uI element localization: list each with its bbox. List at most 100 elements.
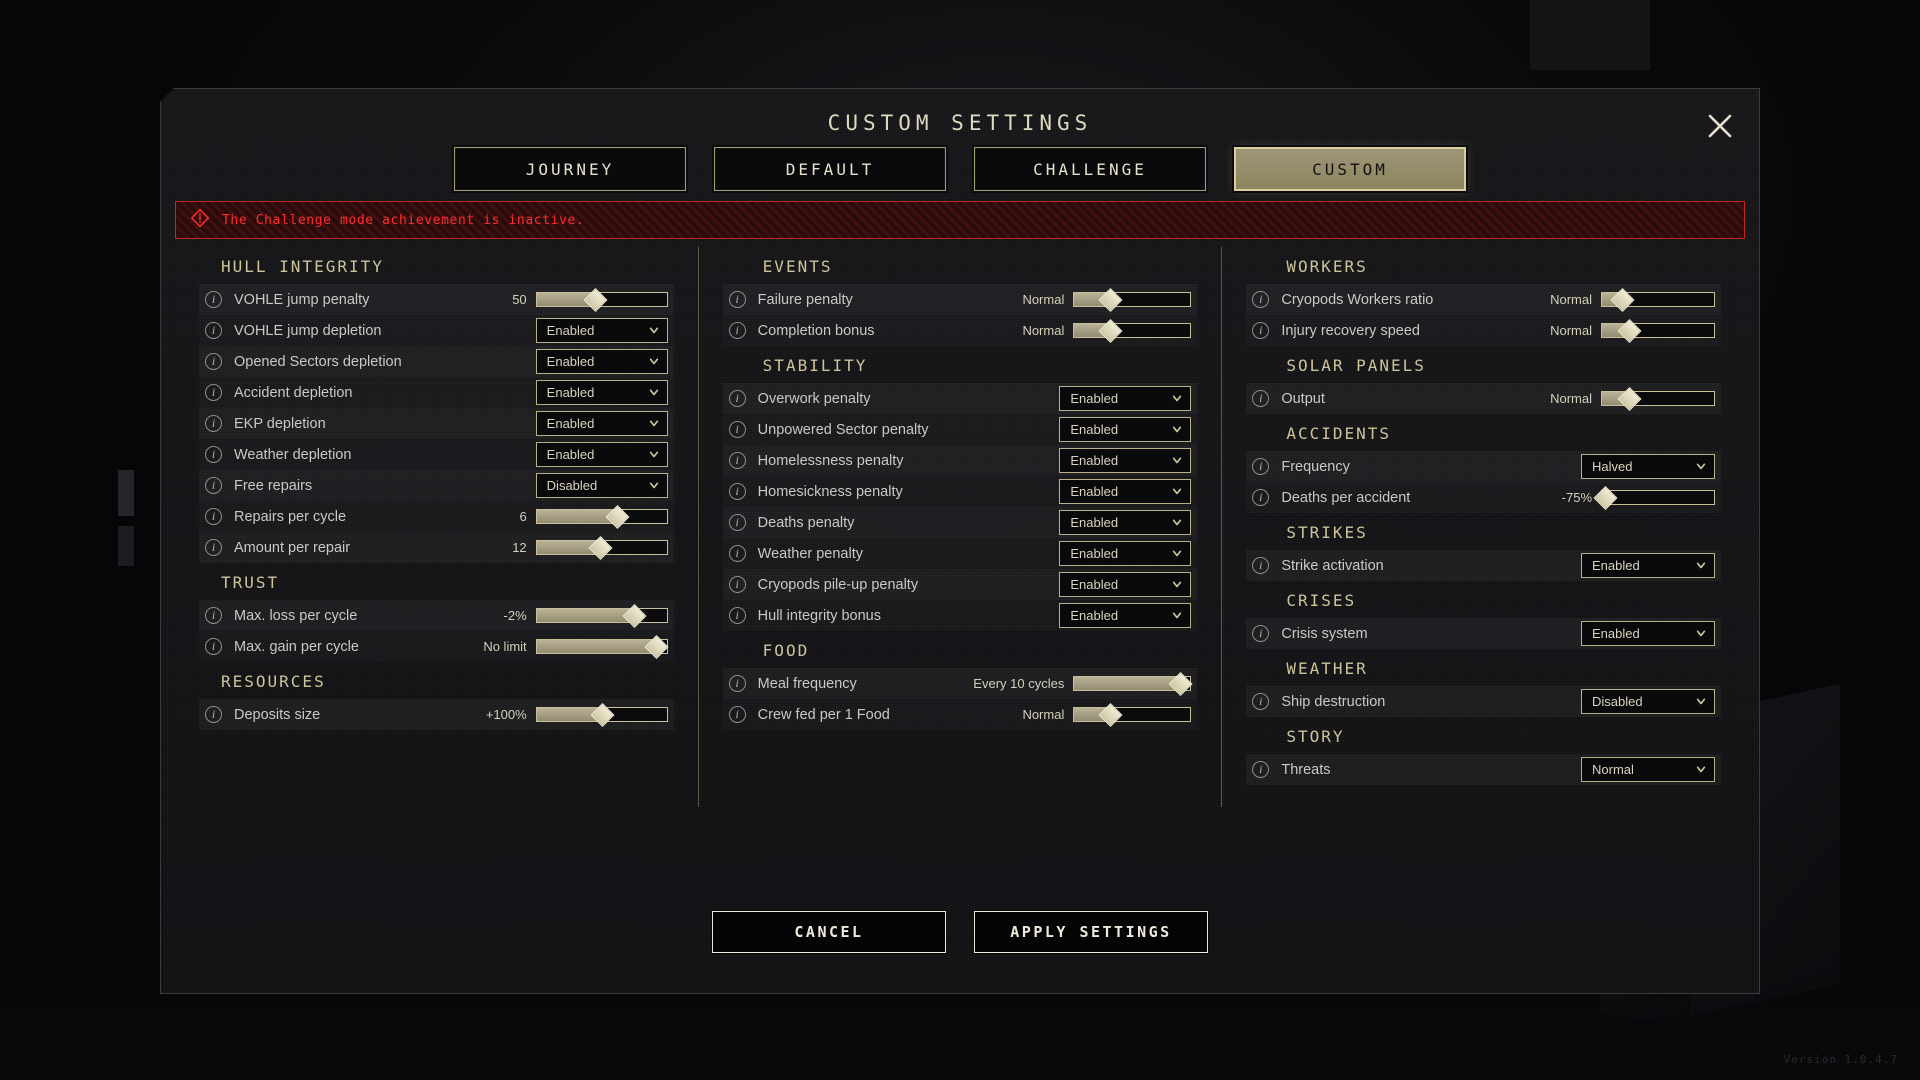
info-icon[interactable]: i [205,539,222,556]
info-icon[interactable]: i [1252,693,1270,710]
info-icon[interactable]: i [205,638,222,655]
slider-knob[interactable] [1617,318,1642,343]
slider-knob[interactable] [590,702,615,727]
preset-tab-custom[interactable]: CUSTOM [1232,145,1468,193]
slider-meal-frequency[interactable] [1073,671,1193,696]
slider-knob[interactable] [588,535,613,560]
cancel-button[interactable]: CANCEL [711,910,947,954]
slider-knob[interactable] [1617,386,1642,411]
setting-label: Amount per repair [234,539,351,556]
info-icon[interactable]: i [205,353,222,370]
info-icon[interactable]: i [728,545,746,562]
setting-row-completion-bonus: i Completion bonus Normal [723,315,1198,346]
slider-amount-per-repair[interactable] [535,535,668,560]
dropdown-cryopods-pile-up-penalty[interactable]: Enabled [1059,572,1192,597]
slider-completion-bonus[interactable] [1073,318,1192,343]
dropdown-opened-sectors-depletion[interactable]: Enabled [535,349,668,374]
dropdown-homesickness-penalty[interactable]: Enabled [1059,479,1192,504]
info-icon[interactable]: i [728,421,746,438]
info-icon[interactable]: i [728,675,746,692]
info-icon[interactable]: i [1252,291,1270,308]
info-icon[interactable]: i [728,452,746,469]
info-icon[interactable]: i [205,508,222,525]
setting-row-free-repairs: i Free repairs Disabled [199,470,674,501]
info-icon[interactable]: i [728,706,746,723]
slider-knob[interactable] [644,634,669,659]
info-icon[interactable]: i [205,607,222,624]
slider-knob[interactable] [1593,485,1618,510]
chevron-down-icon [1172,517,1182,527]
info-icon[interactable]: i [728,514,746,531]
slider-crew-fed-per-1-food[interactable] [1073,702,1192,727]
slider-knob[interactable] [583,287,608,312]
preset-tab-default[interactable]: DEFAULT [712,145,948,193]
dropdown-ekp-depletion[interactable]: Enabled [535,411,668,436]
setting-label: Failure penalty [757,291,853,308]
slider-knob[interactable] [605,504,630,529]
info-icon[interactable]: i [728,607,746,624]
slider-knob[interactable] [1168,671,1193,696]
info-icon[interactable]: i [728,390,746,407]
dropdown-crisis-system[interactable]: Enabled [1581,621,1716,646]
info-icon[interactable]: i [205,322,222,339]
setting-row-hull-integrity-bonus: i Hull integrity bonus Enabled [723,600,1198,631]
info-icon[interactable]: i [205,446,222,463]
dropdown-value: Enabled [546,416,595,431]
dropdown-overwork-penalty[interactable]: Enabled [1059,386,1192,411]
slider-deposits-size[interactable] [535,702,668,727]
dropdown-weather-depletion[interactable]: Enabled [535,442,668,467]
info-icon[interactable]: i [728,322,746,339]
preset-tabs: JOURNEY DEFAULT CHALLENGE CUSTOM [161,145,1759,193]
info-icon[interactable]: i [205,477,222,494]
dropdown-homelessness-penalty[interactable]: Enabled [1059,448,1192,473]
slider-knob[interactable] [1098,287,1123,312]
slider-knob[interactable] [622,603,647,628]
info-icon[interactable]: i [728,291,746,308]
preset-tab-challenge[interactable]: CHALLENGE [972,145,1208,193]
info-icon[interactable]: i [205,384,222,401]
slider-max-loss-per-cycle[interactable] [535,603,668,628]
setting-row-overwork-penalty: i Overwork penalty Enabled [723,383,1198,414]
dropdown-ship-destruction[interactable]: Disabled [1581,689,1716,714]
slider-repairs-per-cycle[interactable] [535,504,668,529]
slider-knob[interactable] [1610,287,1635,312]
info-icon[interactable]: i [1252,557,1270,574]
slider-failure-penalty[interactable] [1073,287,1192,312]
info-icon[interactable]: i [728,576,746,593]
close-button[interactable] [1703,111,1737,145]
dropdown-frequency[interactable]: Halved [1581,454,1716,479]
setting-row-injury-recovery-speed: i Injury recovery speed Normal [1246,315,1721,346]
slider-vohle-jump-penalty[interactable] [535,287,668,312]
info-icon[interactable]: i [728,483,746,500]
info-icon[interactable]: i [205,291,222,308]
chevron-down-icon [649,449,659,459]
dropdown-vohle-jump-depletion[interactable]: Enabled [535,318,668,343]
dropdown-threats[interactable]: Normal [1581,757,1716,782]
slider-injury-recovery-speed[interactable] [1601,318,1716,343]
apply-settings-button[interactable]: APPLY SETTINGS [973,910,1209,954]
dropdown-weather-penalty[interactable]: Enabled [1059,541,1192,566]
slider-knob[interactable] [1098,318,1123,343]
dropdown-deaths-penalty[interactable]: Enabled [1059,510,1192,535]
slider-max-gain-per-cycle[interactable] [535,634,669,659]
info-icon[interactable]: i [1252,489,1270,506]
info-icon[interactable]: i [1252,761,1270,778]
dropdown-hull-integrity-bonus[interactable]: Enabled [1059,603,1192,628]
dropdown-strike-activation[interactable]: Enabled [1581,553,1716,578]
preset-tab-journey[interactable]: JOURNEY [452,145,688,193]
slider-cryopods-workers-ratio[interactable] [1601,287,1716,312]
info-icon[interactable]: i [1252,458,1270,475]
slider-output[interactable] [1601,386,1716,411]
dropdown-accident-depletion[interactable]: Enabled [535,380,668,405]
slider-knob[interactable] [1098,702,1123,727]
slider-deaths-per-accident[interactable] [1593,485,1716,510]
section-title-crises: CRISES [1286,591,1357,610]
info-icon[interactable]: i [1252,390,1270,407]
info-icon[interactable]: i [205,415,222,432]
info-icon[interactable]: i [1252,625,1270,642]
chevron-down-icon [1172,610,1182,620]
info-icon[interactable]: i [1252,322,1270,339]
dropdown-free-repairs[interactable]: Disabled [535,473,668,498]
dropdown-unpowered-sector-penalty[interactable]: Enabled [1059,417,1192,442]
info-icon[interactable]: i [205,706,222,723]
